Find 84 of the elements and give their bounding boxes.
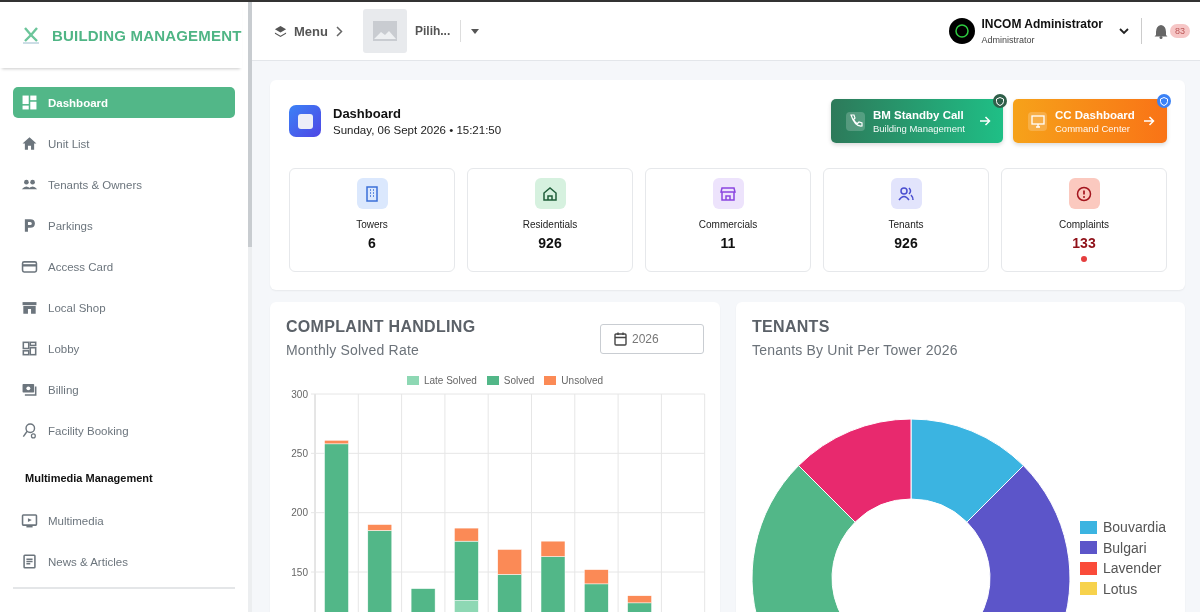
sidebar-item[interactable]: News & Articles xyxy=(13,546,235,577)
card-subtitle: Tenants By Unit Per Tower 2026 xyxy=(752,342,959,358)
card-icon xyxy=(21,258,38,275)
shield-icon xyxy=(1157,94,1171,108)
legend-label[interactable]: Solved xyxy=(503,375,535,386)
dashboard-logo-icon xyxy=(289,105,321,137)
stat-label: Residentials xyxy=(522,219,578,230)
y-tick-label: 250 xyxy=(291,447,308,459)
shortcut-button[interactable]: BM Standby Call Building Management xyxy=(831,99,1003,143)
card-title: COMPLAINT HANDLING xyxy=(286,318,476,336)
alert-icon xyxy=(1068,178,1100,209)
shop-icon xyxy=(21,299,38,316)
brand-title: BUILDING MANAGEMENT xyxy=(52,26,242,44)
layout-icon xyxy=(21,340,38,357)
card-subtitle: Monthly Solved Rate xyxy=(286,342,420,358)
arrow-right-icon xyxy=(980,116,991,126)
billing-icon xyxy=(21,381,38,398)
bell-icon[interactable] xyxy=(1154,23,1168,39)
shortcut-title: BM Standby Call xyxy=(873,108,965,121)
user-role: Administrator xyxy=(981,35,1036,45)
document-icon xyxy=(21,553,38,570)
sidebar-section-heading: Multimedia Management xyxy=(24,470,154,486)
y-tick-label: 200 xyxy=(291,507,308,519)
stat-label: Towers xyxy=(356,219,388,230)
monitor-icon xyxy=(1028,112,1047,130)
legend-label[interactable]: Bulgari xyxy=(1103,539,1147,556)
home-icon xyxy=(21,135,38,152)
shield-icon xyxy=(993,94,1007,108)
play-screen-icon xyxy=(21,512,38,529)
notification-badge: 83 xyxy=(1170,24,1190,38)
page-title: Dashboard xyxy=(333,106,402,121)
date-time: Sunday, 06 Sept 2026 • 15:21:50 xyxy=(333,124,502,136)
caret-icon xyxy=(471,28,480,34)
logo-icon xyxy=(20,25,42,45)
shortcut-title: CC Dashboard xyxy=(1055,108,1136,121)
shortcut-button[interactable]: CC Dashboard Command Center xyxy=(1013,99,1167,143)
shortcut-subtitle: Command Center xyxy=(1055,122,1131,134)
legend-label[interactable]: Lavender xyxy=(1103,560,1162,576)
legend-label[interactable]: Bouvardia xyxy=(1103,519,1167,535)
building-icon xyxy=(356,178,388,209)
dashboard-icon xyxy=(21,94,38,111)
sidebar-item[interactable]: Tenants & Owners xyxy=(13,169,235,200)
legend-label[interactable]: Unsolved xyxy=(561,375,604,386)
user-menu[interactable]: INCOM Administrator Administrator xyxy=(949,17,1129,45)
chevron-right-icon xyxy=(335,25,343,37)
legend-label[interactable]: Lotus xyxy=(1103,580,1138,597)
stat-value: 133 xyxy=(1072,235,1096,251)
stat-value: 11 xyxy=(720,235,736,251)
sidebar-item[interactable]: Lobby xyxy=(13,333,235,364)
sidebar-item[interactable]: Unit List xyxy=(13,128,235,159)
stat-label: Commercials xyxy=(698,219,758,230)
card-title: TENANTS xyxy=(752,318,831,336)
sidebar-item[interactable]: Billing xyxy=(13,374,235,405)
arrow-right-icon xyxy=(1144,116,1155,126)
user-name: INCOM Administrator xyxy=(981,17,1103,31)
chevron-down-icon xyxy=(1119,27,1129,35)
tower-select[interactable]: Pilih... xyxy=(414,20,480,42)
avatar xyxy=(949,18,976,44)
year-picker[interactable]: 2026 xyxy=(600,324,704,354)
legend-label[interactable]: Late Solved xyxy=(423,375,477,386)
stat-value: 6 xyxy=(368,235,376,251)
magnifier-icon xyxy=(21,422,38,439)
layers-icon xyxy=(274,24,287,38)
home-icon xyxy=(534,178,566,209)
sidebar-item[interactable]: Access Card xyxy=(13,251,235,282)
sidebar-item[interactable]: Facility Booking xyxy=(13,415,235,446)
sidebar-item[interactable]: Parkings xyxy=(13,210,235,241)
y-tick-label: 150 xyxy=(291,566,308,578)
image-icon xyxy=(372,21,397,41)
users-icon xyxy=(890,178,922,209)
y-tick-label: 300 xyxy=(291,388,308,400)
calendar-icon xyxy=(614,332,627,346)
menu-button[interactable]: Menu xyxy=(274,23,328,39)
sidebar-item[interactable]: Multimedia xyxy=(13,505,235,536)
shortcut-subtitle: Building Management xyxy=(873,122,966,134)
stat-value: 926 xyxy=(894,235,918,251)
stat-value: 926 xyxy=(538,235,562,251)
sidebar-item[interactable]: Local Shop xyxy=(13,292,235,323)
scrollbar[interactable] xyxy=(248,2,252,612)
store-icon xyxy=(712,178,744,209)
stat-label: Complaints xyxy=(1059,219,1109,230)
alert-dot xyxy=(1081,256,1087,262)
stat-label: Tenants xyxy=(888,219,924,230)
bar xyxy=(627,595,652,604)
